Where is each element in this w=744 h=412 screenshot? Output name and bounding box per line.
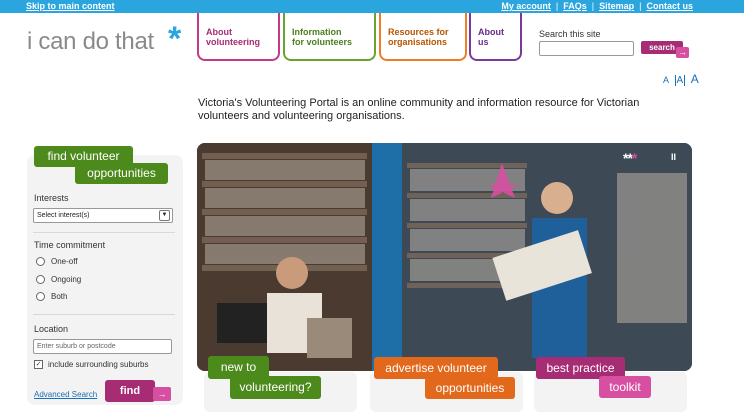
logo-asterisk: * xyxy=(168,20,181,58)
skip-to-main-link[interactable]: Skip to main content xyxy=(26,1,115,11)
radio-ongoing[interactable]: Ongoing xyxy=(36,275,81,284)
hero-image xyxy=(197,143,692,371)
feature-tab-advertise-line2[interactable]: opportunities xyxy=(425,377,515,399)
nav-about-us[interactable]: About us xyxy=(469,13,522,61)
nav-label-line2: us xyxy=(478,37,489,47)
surrounding-suburbs-option[interactable]: ✓ include surrounding suburbs xyxy=(34,360,149,369)
sitemap-link[interactable]: Sitemap xyxy=(599,1,634,11)
feature-tab-new-to-line2[interactable]: volunteering? xyxy=(230,376,321,399)
logo-text: i can do that xyxy=(27,28,154,55)
top-bar: Skip to main content My account | FAQs | Sit… xyxy=(0,0,744,13)
radio-label: Ongoing xyxy=(51,275,82,284)
faqs-link[interactable]: FAQs xyxy=(563,1,587,11)
nav-label-line1: About xyxy=(206,27,232,37)
radio-circle-icon[interactable] xyxy=(36,257,45,266)
panel-title-line2: opportunities xyxy=(75,163,168,184)
find-button[interactable]: find xyxy=(105,380,155,402)
surrounding-suburbs-label: include surrounding suburbs xyxy=(48,360,149,369)
time-commitment-label: Time commitment xyxy=(34,240,106,250)
radio-circle-icon[interactable] xyxy=(36,292,45,301)
location-label: Location xyxy=(34,324,69,334)
divider xyxy=(33,232,175,233)
text-size-small[interactable]: A xyxy=(663,75,669,85)
contact-us-link[interactable]: Contact us xyxy=(646,1,693,11)
radio-label: One-off xyxy=(51,257,78,266)
nav-label-line2: organisations xyxy=(388,37,448,47)
text-size-large[interactable]: A xyxy=(691,72,699,86)
radio-both[interactable]: Both xyxy=(36,292,67,301)
text-size-medium[interactable]: A xyxy=(674,75,686,86)
site-logo[interactable]: i can do that * xyxy=(27,20,181,58)
nav-label-line1: Resources for xyxy=(388,27,449,37)
divider xyxy=(33,314,175,315)
feature-tab-advertise-line1[interactable]: advertise volunteer xyxy=(374,357,498,379)
interests-label: Interests xyxy=(34,193,69,203)
nav-label-line1: About xyxy=(478,27,504,37)
hero-illustration xyxy=(197,143,692,371)
text-size-controls: A A A xyxy=(663,72,702,86)
advanced-search-link[interactable]: Advanced Search xyxy=(34,390,97,399)
search-input[interactable] xyxy=(539,41,634,56)
location-input[interactable]: Enter suburb or postcode xyxy=(33,339,172,354)
slideshow-dots[interactable]: *** xyxy=(623,150,638,166)
checkbox-checked-icon[interactable]: ✓ xyxy=(34,360,43,369)
radio-label: Both xyxy=(51,292,68,301)
nav-resources-for-organisations[interactable]: Resources for organisations xyxy=(379,13,467,61)
nav-label-line2: for volunteers xyxy=(292,37,353,47)
interests-select-value: Select interest(s) xyxy=(37,212,90,219)
nav-label-line1: Information xyxy=(292,27,342,37)
active-slide-dot-icon[interactable]: * xyxy=(632,150,638,166)
pause-icon[interactable]: II xyxy=(671,152,676,162)
interests-select[interactable]: Select interest(s) ▼ xyxy=(33,208,173,223)
radio-one-off[interactable]: One-off xyxy=(36,257,78,266)
find-arrow-icon[interactable]: → xyxy=(153,387,171,401)
chevron-down-icon: ▼ xyxy=(159,210,170,221)
nav-information-for-volunteers[interactable]: Information for volunteers xyxy=(283,13,376,61)
nav-label-line2: volunteering xyxy=(206,37,261,47)
search-arrow-icon[interactable]: → xyxy=(676,47,689,58)
radio-circle-icon[interactable] xyxy=(36,275,45,284)
feature-tab-best-practice-line2[interactable]: toolkit xyxy=(599,376,651,398)
search-label: Search this site xyxy=(539,29,601,39)
nav-about-volunteering[interactable]: About volunteering xyxy=(197,13,280,61)
utility-links: My account | FAQs | Sitemap | Contact us xyxy=(501,1,693,11)
my-account-link[interactable]: My account xyxy=(501,1,551,11)
intro-text: Victoria's Volunteering Portal is an onl… xyxy=(198,97,640,122)
slide-dot-icon[interactable]: ** xyxy=(623,150,633,166)
